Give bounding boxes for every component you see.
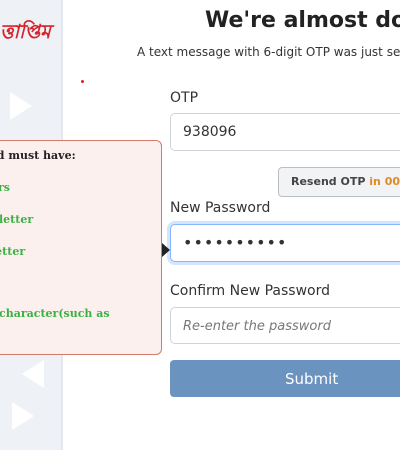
resend-otp-button[interactable]: Resend OTP in 00:04 [278,167,400,197]
otp-input[interactable] [170,113,400,151]
confirm-password-input[interactable] [170,307,400,344]
logo-dot [81,80,84,83]
password-rule-item: l character(such as [0,307,110,320]
password-rules-tooltip: rd must have: ers l letter letter r l ch… [0,140,170,355]
triangle-decoration [12,402,34,430]
resend-otp-label: Resend OTP [291,175,366,188]
new-password-label: New Password [170,200,271,216]
brand-logo: ত্তাপ্তিম [0,21,51,43]
password-rule-item: letter [0,245,26,258]
password-rules-heading: rd must have: [0,149,76,162]
reset-password-page: ত্তাপ্তিম We're almost done A text messa… [0,0,400,450]
triangle-decoration [10,92,32,120]
submit-button[interactable]: Submit [170,360,400,397]
confirm-password-label: Confirm New Password [170,283,331,299]
otp-label: OTP [170,90,199,106]
password-rule-item: ers [0,181,10,194]
new-password-input[interactable]: •••••••••• [170,224,400,262]
tooltip-arrow [162,243,170,257]
password-rule-item: l letter [0,213,34,226]
resend-timer-prefix: in [369,175,381,188]
page-subtitle: A text message with 6-digit OTP was just… [137,45,400,59]
resend-timer: 00:04 [384,175,400,188]
triangle-decoration [22,360,44,388]
page-title: We're almost done [205,8,400,33]
